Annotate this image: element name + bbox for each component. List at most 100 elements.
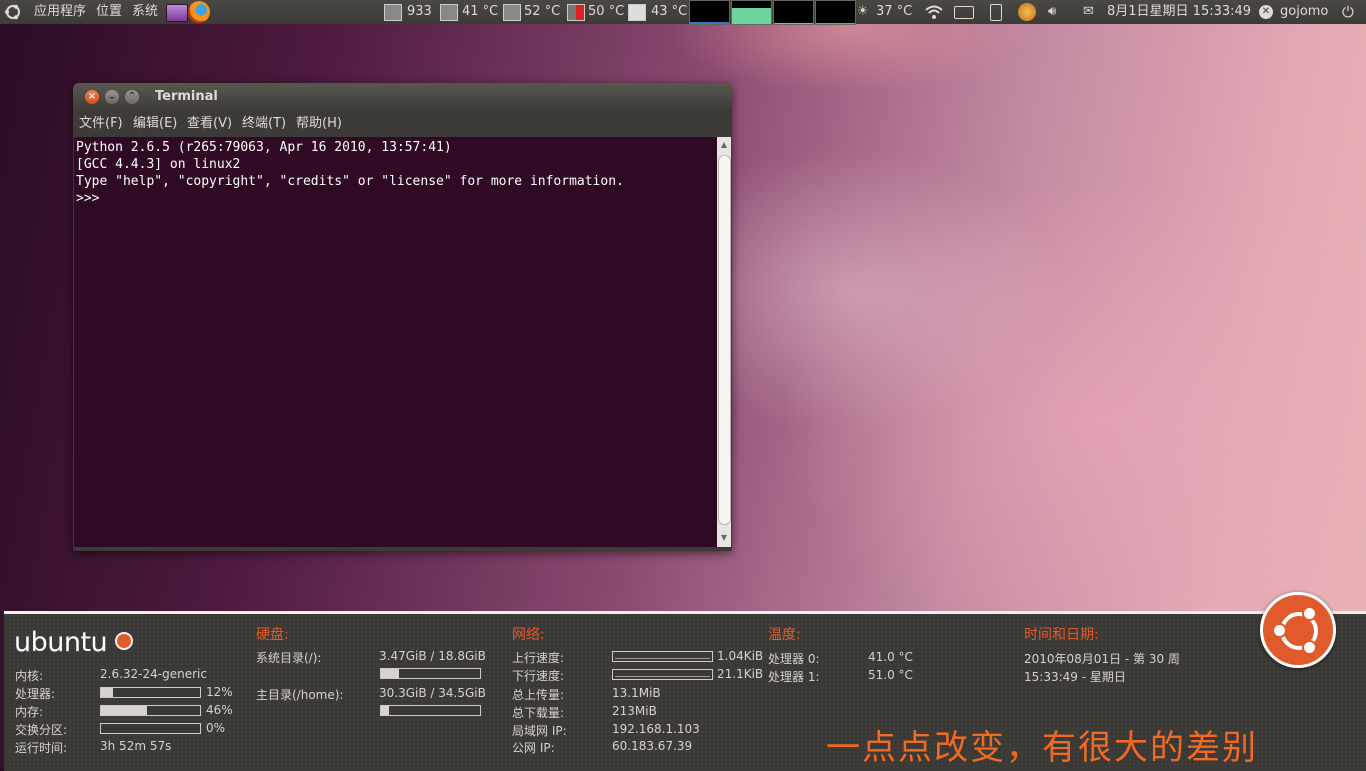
ubuntu-menu-icon[interactable] [4, 3, 22, 21]
download-speed-label: 下行速度: [512, 669, 565, 683]
cpu0-temp-label: 处理器 0: [768, 652, 820, 666]
temperature-3: 50 °C [588, 4, 625, 19]
weather-temperature[interactable]: 37 °C [876, 0, 912, 24]
total-upload-label: 总上传量: [512, 688, 565, 702]
time-line: 15:33:49 - 星期日 [1024, 670, 1126, 684]
root-fs-label: 系统目录(/): [256, 651, 322, 665]
terminal-window[interactable]: × ⌄ ⌃ Terminal 文件(F) 编辑(E) 查看(V) 终端(T) 帮… [73, 83, 732, 551]
home-fs-bar [380, 705, 481, 716]
cpu-percent: 12% [206, 685, 233, 699]
lan-ip-label: 局域网 IP: [512, 724, 567, 738]
mail-icon[interactable]: ✉ [1083, 0, 1094, 24]
root-fs-usage: 3.47GiB / 18.8GiB [379, 649, 486, 663]
keyboard-icon[interactable] [954, 6, 974, 19]
network-load-graph[interactable] [773, 0, 814, 25]
date-line: 2010年08月01日 - 第 30 周 [1024, 652, 1180, 666]
power-icon[interactable]: ⏻ [1342, 0, 1354, 24]
upload-speed-label: 上行速度: [512, 651, 565, 665]
weather-icon[interactable]: ☀ [857, 0, 869, 24]
menu-view[interactable]: 查看(V) [187, 111, 232, 137]
temperature-sensor-icon [440, 4, 458, 21]
username[interactable]: gojomo [1280, 0, 1328, 24]
wifi-icon[interactable] [925, 4, 943, 20]
total-download-label: 总下载量: [512, 706, 565, 720]
ubuntu-logo-text: ubuntu [14, 627, 108, 658]
temperature-sensor-icon [503, 4, 521, 21]
menu-places[interactable]: 位置 [96, 0, 122, 24]
cpu-label: 处理器: [15, 687, 56, 701]
home-fs-label: 主目录(/home): [256, 688, 344, 702]
upload-speed-graph [612, 651, 713, 662]
scrollbar[interactable]: ▲ ▼ [717, 137, 731, 547]
output-line: Type "help", "copyright", "credits" or "… [76, 174, 624, 189]
lan-ip-value: 192.168.1.103 [612, 722, 700, 736]
menu-bar: 文件(F) 编辑(E) 查看(V) 终端(T) 帮助(H) [73, 111, 732, 137]
swap-percent: 0% [206, 721, 226, 735]
temperature-sensor-hot-icon [567, 4, 585, 21]
memory-percent: 46% [206, 703, 233, 717]
menu-file[interactable]: 文件(F) [79, 111, 123, 137]
memory-label: 内存: [15, 705, 44, 719]
output-line: Python 2.6.5 (r265:79063, Apr 16 2010, 1… [76, 140, 452, 155]
public-ip-label: 公网 IP: [512, 741, 555, 755]
firefox-launcher-icon[interactable] [188, 1, 210, 23]
menu-system[interactable]: 系统 [132, 0, 158, 24]
uptime-value: 3h 52m 57s [100, 739, 172, 753]
download-speed-graph [612, 669, 713, 680]
temperature-heading: 温度: [768, 627, 801, 643]
ubuntu-logo-icon [115, 632, 133, 650]
disk-heading: 硬盘: [256, 627, 289, 643]
temperature-4: 43 °C [651, 4, 688, 19]
disk-temperature-icon [628, 4, 646, 21]
cpu-load-graph[interactable] [689, 0, 730, 25]
top-panel: 应用程序 位置 系统 933 41 °C 52 °C 50 °C 43 °C ☀… [0, 0, 1366, 25]
total-upload-value: 13.1MiB [612, 686, 661, 700]
menu-terminal[interactable]: 终端(T) [242, 111, 286, 137]
cpu0-temp-value: 41.0 °C [868, 650, 913, 664]
datetime-heading: 时间和日期: [1024, 627, 1099, 643]
kernel-value: 2.6.32-24-generic [100, 667, 207, 681]
kernel-label: 内核: [15, 669, 44, 683]
disk-load-graph[interactable] [815, 0, 856, 25]
upload-speed-value: 1.04KiB [717, 649, 764, 663]
root-fs-bar [380, 668, 481, 679]
cpu-frequency-icon [384, 4, 402, 21]
cpu1-temp-value: 51.0 °C [868, 668, 913, 682]
scrollbar-thumb[interactable] [718, 155, 731, 525]
download-speed-value: 21.1KiB [717, 667, 764, 681]
ubuntu-circle-of-friends-icon [1260, 592, 1336, 668]
clock[interactable]: 8月1日星期日 15:33:49 [1107, 0, 1251, 24]
network-heading: 网络: [512, 627, 545, 643]
public-ip-value: 60.183.67.39 [612, 739, 693, 753]
scroll-up-icon[interactable]: ▲ [717, 138, 731, 152]
battery-icon[interactable] [990, 4, 1002, 21]
memory-usage-bar [100, 705, 201, 716]
slogan-text: 一点点改变，有很大的差别 [826, 728, 1258, 768]
menu-help[interactable]: 帮助(H) [296, 111, 342, 137]
close-icon[interactable]: × [85, 90, 99, 104]
maximize-icon[interactable]: ⌃ [125, 90, 139, 104]
volume-icon[interactable]: 🔊︎ [1048, 0, 1056, 24]
temperature-2: 52 °C [524, 4, 561, 19]
temperature-1: 41 °C [462, 4, 499, 19]
cpu-frequency-value: 933 [407, 4, 432, 19]
uptime-label: 运行时间: [15, 741, 68, 755]
window-title: Terminal [155, 89, 218, 104]
terminal-launcher-icon[interactable] [166, 4, 188, 22]
swap-usage-bar [100, 723, 201, 734]
menu-edit[interactable]: 编辑(E) [133, 111, 177, 137]
user-status-icon[interactable]: ✕ [1259, 5, 1273, 19]
cpu-usage-bar [100, 687, 201, 698]
python-prompt[interactable]: >>> [76, 191, 99, 206]
menu-applications[interactable]: 应用程序 [34, 0, 86, 24]
terminal-output[interactable]: Python 2.6.5 (r265:79063, Apr 16 2010, 1… [74, 137, 717, 547]
memory-load-graph[interactable] [731, 0, 772, 25]
swap-label: 交换分区: [15, 723, 68, 737]
scroll-down-icon[interactable]: ▼ [717, 531, 731, 545]
total-download-value: 213MiB [612, 704, 657, 718]
rhythmbox-icon[interactable] [1018, 3, 1036, 21]
title-bar[interactable]: × ⌄ ⌃ Terminal [73, 83, 732, 111]
minimize-icon[interactable]: ⌄ [105, 90, 119, 104]
output-line: [GCC 4.4.3] on linux2 [76, 157, 241, 172]
home-fs-usage: 30.3GiB / 34.5GiB [379, 686, 486, 700]
